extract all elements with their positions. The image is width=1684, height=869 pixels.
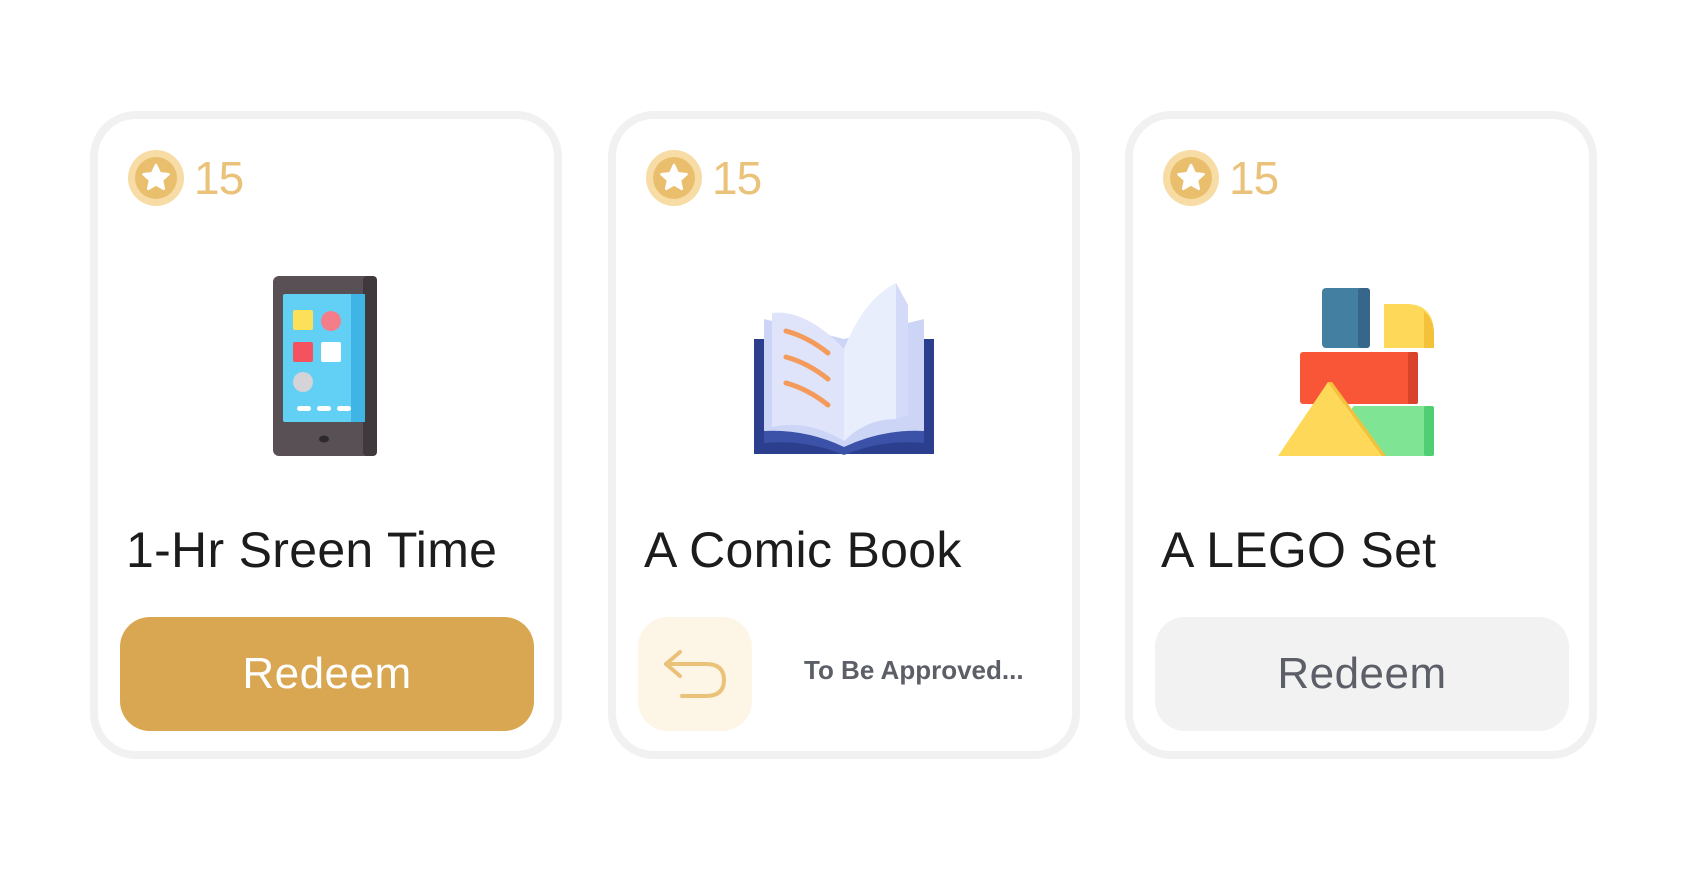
- reward-title: A Comic Book: [644, 522, 962, 578]
- open-book-icon: [616, 269, 1072, 469]
- undo-arrow-icon: [664, 650, 726, 698]
- reward-card-screen-time: 15 1-Hr Sreen Time Redeem: [90, 111, 562, 759]
- rewards-grid: 15 1-Hr Sreen Time Redeem 15 A Comic Boo…: [0, 0, 1684, 869]
- points-badge: 15: [126, 147, 244, 209]
- star-coin-icon: [1163, 150, 1219, 206]
- points-value: 15: [1229, 152, 1279, 204]
- reward-title: 1-Hr Sreen Time: [126, 522, 498, 578]
- smartphone-icon: [98, 269, 554, 469]
- points-badge: 15: [644, 147, 762, 209]
- reward-title: A LEGO Set: [1161, 522, 1437, 578]
- points-badge: 15: [1161, 147, 1279, 209]
- approval-status-text: To Be Approved...: [804, 655, 1024, 685]
- star-coin-icon: [646, 150, 702, 206]
- star-coin-icon: [128, 150, 184, 206]
- building-blocks-icon: [1133, 269, 1589, 469]
- points-value: 15: [194, 152, 244, 204]
- redeem-button[interactable]: Redeem: [120, 617, 534, 731]
- cancel-request-button[interactable]: [638, 617, 752, 731]
- points-value: 15: [712, 152, 762, 204]
- reward-card-comic-book: 15 A Comic Book To Be Approved...: [608, 111, 1080, 759]
- reward-card-lego-set: 15 A LEGO Set Redeem: [1125, 111, 1597, 759]
- redeem-button[interactable]: Redeem: [1155, 617, 1569, 731]
